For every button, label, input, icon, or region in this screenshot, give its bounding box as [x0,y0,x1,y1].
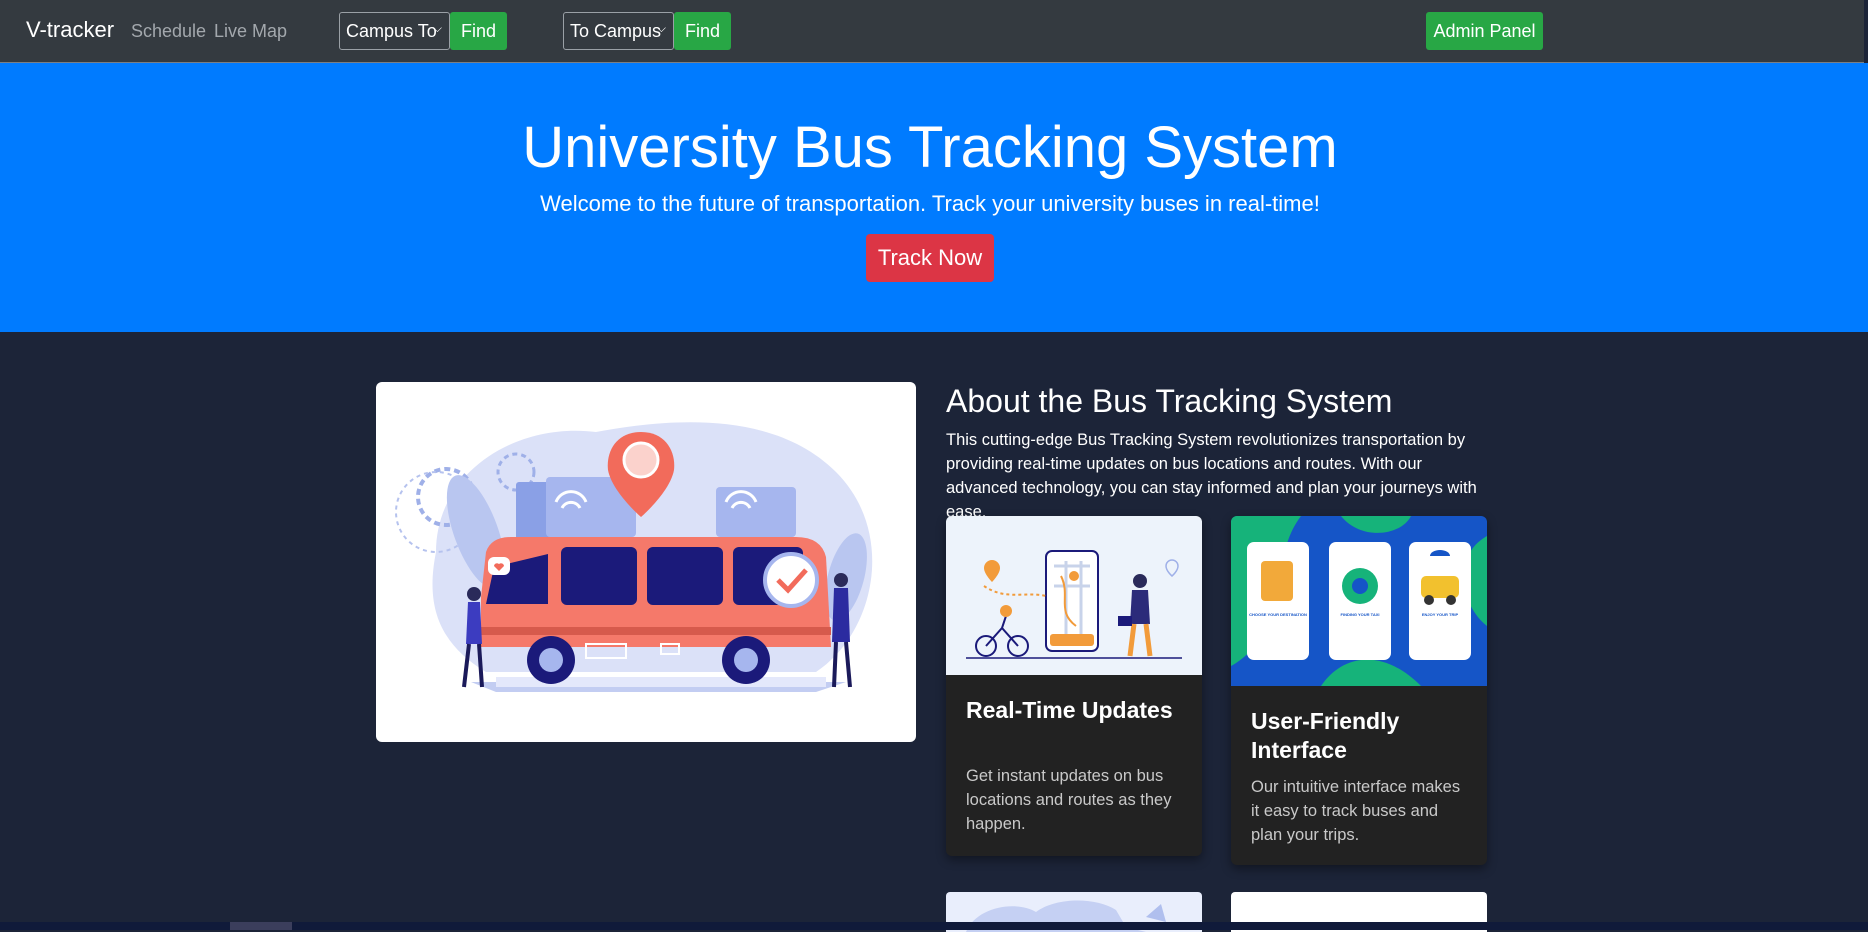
phone-screen-label: CHOOSE YOUR DESTINATION [1249,612,1307,617]
feature-text: Get instant updates on bus locations and… [966,767,1172,833]
feature-text: Our intuitive interface makes it easy to… [1251,778,1461,844]
feature-card-user-friendly: CHOOSE YOUR DESTINATION FINDING YOUR TAX… [1231,516,1487,865]
track-now-button[interactable]: Track Now [866,234,994,282]
phone-screen-label: ENJOY YOUR TRIP [1421,612,1459,617]
feature-card-real-time: Real-Time Updates Get instant updates on… [946,516,1202,856]
about-description: This cutting-edge Bus Tracking System re… [946,431,1477,521]
hero-subtitle: Welcome to the future of transportation.… [540,191,1320,216]
hero-section: University Bus Tracking System Welcome t… [0,63,1868,332]
chevron-down-icon: ⌵ [656,21,666,35]
admin-panel-button[interactable]: Admin Panel [1426,12,1543,50]
user-friendly-illustration: CHOOSE YOUR DESTINATION FINDING YOUR TAX… [1231,516,1487,686]
campus-to-select[interactable]: Campus To ⌵ [339,12,450,50]
bus-illustration-card [376,382,916,742]
about-title: About the Bus Tracking System [946,383,1393,419]
bottom-scroll-strip [0,922,1868,930]
navbar: V-tracker Schedule Live Map Campus To ⌵ … [0,0,1864,63]
brand-logo[interactable]: V-tracker [26,17,114,43]
nav-link-live-map[interactable]: Live Map [214,21,287,42]
real-time-illustration [946,516,1202,675]
scroll-thumb[interactable] [230,922,292,930]
hero-title: University Bus Tracking System [522,115,1338,180]
campus-to-select-value: Campus To [346,21,437,41]
find-button-campus-to[interactable]: Find [450,12,507,50]
phone-screen-label: FINDING YOUR TAXI [1340,612,1380,617]
feature-title: User-Friendly Interface [1251,708,1400,763]
feature-title: Real-Time Updates [966,697,1173,723]
to-campus-select-value: To Campus [570,21,662,41]
nav-link-schedule[interactable]: Schedule [131,21,206,42]
bus-illustration [395,422,873,692]
find-button-to-campus[interactable]: Find [674,12,731,50]
chevron-down-icon: ⌵ [432,21,442,35]
to-campus-select[interactable]: To Campus ⌵ [563,12,674,50]
